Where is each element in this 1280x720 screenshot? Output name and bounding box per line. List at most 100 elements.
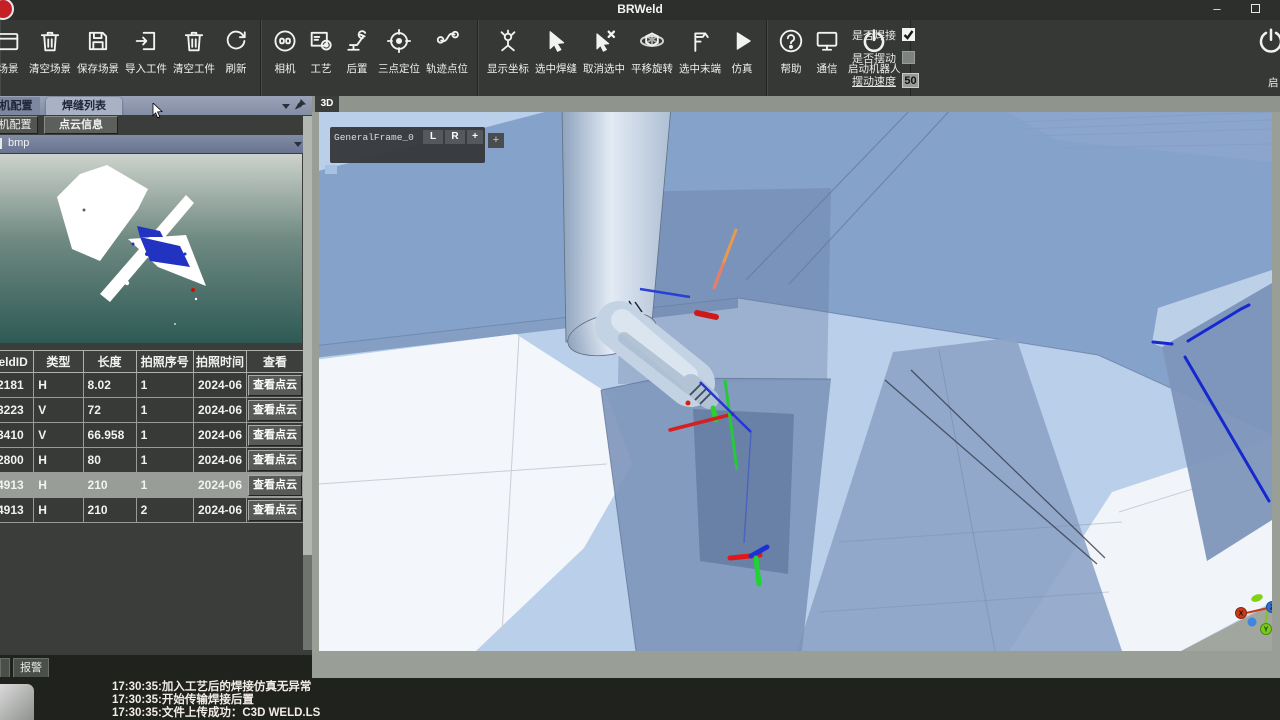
target-icon bbox=[385, 27, 413, 55]
play-icon bbox=[728, 27, 756, 55]
minimize-button[interactable]: – bbox=[1202, 0, 1232, 19]
tab-3d[interactable]: 3D bbox=[315, 96, 339, 112]
communication-button[interactable]: 通信 bbox=[809, 20, 845, 96]
pointcloud-file-dropdown[interactable]: bmp bbox=[0, 135, 312, 153]
weave-checkbox[interactable] bbox=[902, 51, 915, 64]
cancel-select-label: 取消选中 bbox=[583, 61, 625, 76]
table-row[interactable]: 2800H8012024-06查看点云 bbox=[0, 448, 304, 473]
three-point-locate-button[interactable]: 三点定位 bbox=[375, 20, 423, 96]
table-cell: 8.02 bbox=[83, 373, 136, 398]
import-part-button[interactable]: 导入工件 bbox=[122, 20, 170, 96]
view-pointcloud-button[interactable]: 查看点云 bbox=[248, 500, 302, 521]
help-label: 帮助 bbox=[781, 61, 802, 76]
column-header: 拍照时间 bbox=[193, 351, 246, 373]
table-cell: 66.958 bbox=[83, 423, 136, 448]
save-scene-button[interactable]: 保存场景 bbox=[74, 20, 122, 96]
camera-button[interactable]: 相机 bbox=[267, 20, 303, 96]
view-pointcloud-button[interactable]: 查看点云 bbox=[248, 425, 302, 446]
view-pointcloud-button[interactable]: 查看点云 bbox=[248, 400, 302, 421]
frame-name-label: GeneralFrame_0 bbox=[334, 132, 421, 143]
table-row[interactable]: 3223V7212024-06查看点云 bbox=[0, 398, 304, 423]
partial-start-label: 启 bbox=[1268, 75, 1279, 90]
left-panel-scrollbar[interactable] bbox=[303, 116, 312, 650]
process-label: 工艺 bbox=[311, 61, 332, 76]
table-cell: 2181 bbox=[0, 373, 34, 398]
table-cell: 210 bbox=[83, 498, 136, 523]
load-scene-button[interactable]: 场景 bbox=[0, 20, 26, 96]
frame-right-button[interactable]: R bbox=[445, 130, 465, 144]
simulate-button[interactable]: 仿真 bbox=[724, 20, 760, 96]
toolbar-options: 是否焊接 是否摆动 摆动速度 50 bbox=[852, 20, 972, 96]
chevron-down-icon[interactable] bbox=[282, 104, 290, 109]
partial-start-button[interactable]: 启 bbox=[1256, 26, 1280, 61]
table-row[interactable]: 2181H8.0212024-06查看点云 bbox=[0, 373, 304, 398]
subtab-camera-config[interactable]: 机配置 bbox=[0, 116, 38, 134]
frame-extra-add-button[interactable]: + bbox=[488, 133, 504, 148]
table-cell: 1 bbox=[136, 373, 193, 398]
power-icon bbox=[1256, 26, 1280, 56]
maximize-button[interactable] bbox=[1240, 0, 1270, 19]
log-area: 17:30:35:加入工艺后的焊接仿真无异常17:30:35:开始传输焊接后置1… bbox=[0, 678, 1280, 720]
pan-rotate-button[interactable]: 平移旋转 bbox=[628, 20, 676, 96]
trash-icon bbox=[36, 27, 64, 55]
refresh-button[interactable]: 刷新 bbox=[218, 20, 254, 96]
pan-rotate-label: 平移旋转 bbox=[631, 61, 673, 76]
weave-speed-input[interactable]: 50 bbox=[902, 73, 919, 88]
tab-alarm[interactable]: 报警 bbox=[13, 658, 49, 677]
weave-checkbox-label: 是否摆动 bbox=[852, 50, 900, 66]
three-point-locate-label: 三点定位 bbox=[378, 61, 420, 76]
select-weld-button[interactable]: 选中焊缝 bbox=[532, 20, 580, 96]
table-cell: 2024-06 bbox=[193, 448, 246, 473]
frame-add-button[interactable]: + bbox=[467, 130, 483, 144]
table-cell: 1 bbox=[136, 473, 193, 498]
show-coords-button[interactable]: 显示坐标 bbox=[484, 20, 532, 96]
table-cell: 1 bbox=[136, 423, 193, 448]
table-row[interactable]: 3410V66.95812024-06查看点云 bbox=[0, 423, 304, 448]
process-button[interactable]: 工艺 bbox=[303, 20, 339, 96]
monitor-icon bbox=[813, 27, 841, 55]
weld-checkbox[interactable] bbox=[902, 28, 915, 41]
pointcloud-preview[interactable] bbox=[0, 154, 302, 343]
frame-swatch bbox=[325, 165, 337, 174]
view-pointcloud-button[interactable]: 查看点云 bbox=[248, 450, 302, 471]
tab-camera-config[interactable]: 机配置 bbox=[0, 97, 40, 115]
select-end-button[interactable]: 选中末端 bbox=[676, 20, 724, 96]
select-weld-label: 选中焊缝 bbox=[535, 61, 577, 76]
clear-part-button[interactable]: 清空工件 bbox=[170, 20, 218, 96]
table-cell: 72 bbox=[83, 398, 136, 423]
table-cell: 2024-06 bbox=[193, 498, 246, 523]
clear-scene-button[interactable]: 清空场景 bbox=[26, 20, 74, 96]
window-title: BRWeld bbox=[0, 2, 1280, 16]
table-cell: 3410 bbox=[0, 423, 34, 448]
toolbar-group: 显示坐标选中焊缝取消选中平移旋转选中末端仿真 bbox=[478, 20, 767, 96]
simulate-label: 仿真 bbox=[732, 61, 753, 76]
postprocess-button[interactable]: 后置 bbox=[339, 20, 375, 96]
tab-weld-list[interactable]: 焊缝列表 bbox=[46, 97, 122, 115]
left-panel: 机配置 焊缝列表 机配置 点云信息 bmp bbox=[0, 96, 312, 655]
table-row[interactable]: 4913H21022024-06查看点云 bbox=[0, 498, 304, 523]
maximize-icon bbox=[1251, 4, 1260, 13]
scene-icon bbox=[0, 27, 22, 55]
dropdown-value: bmp bbox=[8, 137, 29, 149]
table-row[interactable]: 4913H21012024-06查看点云 bbox=[0, 473, 304, 498]
help-icon bbox=[777, 27, 805, 55]
table-cell: 2 bbox=[136, 498, 193, 523]
table-cell: H bbox=[34, 373, 83, 398]
scrollbar-thumb[interactable] bbox=[303, 555, 312, 650]
table-cell: V bbox=[34, 398, 83, 423]
viewport-3d[interactable]: X Z Y GeneralFrame_0 L R + + bbox=[319, 112, 1272, 651]
table-cell: 2024-06 bbox=[193, 398, 246, 423]
toolbar-groups: 场景清空场景保存场景导入工件清空工件刷新相机工艺后置三点定位轨迹点位显示坐标选中… bbox=[0, 20, 911, 96]
help-button[interactable]: 帮助 bbox=[773, 20, 809, 96]
tab-info-partial[interactable] bbox=[0, 658, 10, 677]
view-pointcloud-button[interactable]: 查看点云 bbox=[248, 475, 302, 496]
column-header: 查看 bbox=[247, 351, 304, 373]
view-pointcloud-button[interactable]: 查看点云 bbox=[248, 375, 302, 396]
subtab-pointcloud-info[interactable]: 点云信息 bbox=[44, 116, 118, 134]
log-scrollbar-thumb[interactable] bbox=[0, 684, 34, 720]
frame-left-button[interactable]: L bbox=[423, 130, 443, 144]
refresh-label: 刷新 bbox=[226, 61, 247, 76]
cancel-select-button[interactable]: 取消选中 bbox=[580, 20, 628, 96]
table-cell: 4913 bbox=[0, 473, 34, 498]
trajectory-points-button[interactable]: 轨迹点位 bbox=[423, 20, 471, 96]
